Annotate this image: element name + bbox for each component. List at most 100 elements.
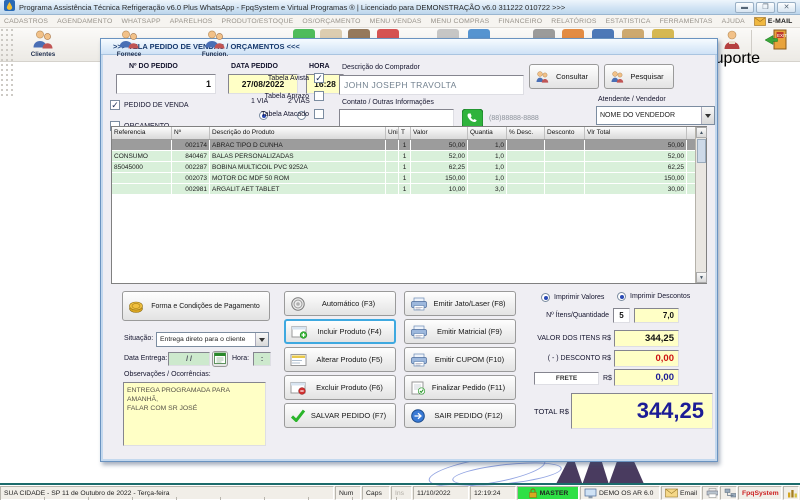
cell-valor: 62,25 — [411, 162, 468, 172]
products-table: Referencia Nº Descrição do Produto Uni T Valo… — [111, 126, 707, 284]
pedido-venda-checkbox[interactable]: ✓ — [110, 100, 120, 110]
status-segment — [720, 486, 737, 500]
table-row[interactable]: 002981 ARGALIT AET TABLET 1 10,00 3,0 30,00 — [112, 184, 706, 195]
finalizar-pedido-f11-button[interactable]: Finalizar Pedido (F11) — [404, 375, 516, 400]
menu-item-produto-estoque[interactable]: PRODUTO/ESTOQUE — [222, 18, 294, 25]
minimize-button[interactable]: ▬ — [735, 1, 754, 13]
vendedor-dropdown[interactable]: NOME DO VENDEDOR — [596, 106, 715, 125]
toolbar-button-suporte[interactable]: Suporte — [704, 29, 760, 68]
emitir-matricial-f9-button[interactable]: Emitir Matricial (F9) — [404, 319, 516, 344]
tabela-aprazo-label: Tabela Aprazo — [264, 93, 309, 100]
incluir-produto-f4-button[interactable]: Incluir Produto (F4) — [284, 319, 396, 344]
menu-item-financeiro[interactable]: FINANCEIRO — [498, 18, 542, 25]
data-entrega-field[interactable]: / / — [168, 352, 210, 366]
status-text: SUA CIDADE - SP 11 de Outubro de 2022 - … — [4, 489, 170, 497]
table-row[interactable]: 002073 MOTOR DC MDF 50 ROM 1 150,00 1,0 150,0… — [112, 173, 706, 184]
scrollbar-thumb[interactable] — [696, 139, 706, 163]
situacao-dropdown[interactable]: Entrega direto para o cliente — [156, 332, 269, 347]
tabela-atacado-checkbox[interactable] — [314, 109, 324, 119]
pesquisar-button[interactable]: Pesquisar — [604, 64, 674, 89]
order-time-label: HORA — [309, 63, 330, 70]
menu-item-agendamento[interactable]: AGENDAMENTO — [57, 18, 112, 25]
cell-vlr_total: 52,00 — [585, 151, 687, 161]
menu-item-ajuda[interactable]: AJUDA — [722, 18, 745, 25]
restore-button[interactable]: ❐ — [756, 1, 775, 13]
imprimir-descontos-radio[interactable] — [617, 292, 626, 301]
buyer-field[interactable]: JOHN JOSEPH TRAVOLTA — [339, 75, 524, 95]
edit-product-icon — [290, 353, 308, 367]
table-row[interactable]: 002174 ABRAC TIPO D CUNHA 1 50,00 1,0 50,00 — [112, 140, 706, 151]
menu-item-estatistica[interactable]: ESTATISTICA — [606, 18, 651, 25]
svg-text:EXIT: EXIT — [777, 33, 787, 38]
column-header-t[interactable]: T — [399, 127, 411, 139]
save-check-icon — [290, 409, 306, 422]
order-number-field[interactable]: 1 — [116, 74, 216, 94]
sair-pedido-f12-button[interactable]: SAIR PEDIDO (F12) — [404, 403, 516, 428]
itens-label: Nº Ítens/Quantidade — [546, 312, 609, 319]
column-header-referencia[interactable]: Referencia — [112, 127, 172, 139]
status-text: Num — [339, 489, 354, 497]
cell-descricao: BOBINA MULTICOIL PVC 9252A — [210, 162, 386, 172]
excluir-produto-f6-button[interactable]: Excluir Produto (F6) — [284, 375, 396, 400]
table-row[interactable]: CONSUMO 840467 BALAS PERSONALIZADAS 1 52,00 1… — [112, 151, 706, 162]
imprimir-valores-radio[interactable] — [541, 293, 550, 302]
toolbar-button-funcion[interactable]: Funcion. — [172, 29, 258, 58]
menu-item-menu-compras[interactable]: MENU COMPRAS — [431, 18, 490, 25]
column-header-numero[interactable]: Nº — [172, 127, 210, 139]
scroll-up-icon[interactable]: ▲ — [696, 127, 707, 138]
column-header-quantia[interactable]: Quantia — [468, 127, 507, 139]
frete-button[interactable]: FRETE — [534, 372, 599, 385]
menu-item-os-or-amento[interactable]: OS/ORÇAMENTO — [302, 18, 360, 25]
menu-item-menu-vendas[interactable]: MENU VENDAS — [370, 18, 422, 25]
column-header-descricao[interactable]: Descrição do Produto — [210, 127, 386, 139]
calendar-button[interactable] — [212, 351, 228, 367]
app-icon — [4, 0, 15, 16]
tabela-aprazo-checkbox[interactable] — [314, 91, 324, 101]
column-header-uni[interactable]: Uni — [386, 127, 399, 139]
emitir-cupom-f10-button[interactable]: Emitir CUPOM (F10) — [404, 347, 516, 372]
tabela-avista-label: Tabela Avista — [267, 75, 309, 82]
frete-field[interactable]: 0,00 — [614, 369, 679, 386]
menu-item-email[interactable]: E-MAIL — [754, 16, 793, 26]
column-header-vlr_total[interactable]: Vlr Total — [585, 127, 687, 139]
salvar-pedido-f7-button[interactable]: SALVAR PEDIDO (F7) — [284, 403, 396, 428]
cell-valor: 52,00 — [411, 151, 468, 161]
toolbar-button-exit[interactable]: EXIT — [756, 29, 796, 50]
cell-numero: 002981 — [172, 184, 210, 194]
menu-item-relat-rios[interactable]: RELATÓRIOS — [551, 18, 596, 25]
observacoes-textarea[interactable]: ENTREGA PROGRAMADA PARA AMANHÃ, FALAR CO… — [123, 382, 266, 446]
itens-qty-field: 7,0 — [634, 308, 679, 323]
close-button[interactable]: ✕ — [777, 1, 796, 13]
column-header-valor[interactable]: Valor — [411, 127, 468, 139]
consultar-button[interactable]: Consultar — [529, 64, 599, 89]
alterar-produto-f5-button[interactable]: Alterar Produto (F5) — [284, 347, 396, 372]
emitir-jato-laser-f8-button[interactable]: Emitir Jato/Laser (F8) — [404, 291, 516, 316]
menu-item-cadastros[interactable]: CADASTROS — [4, 18, 48, 25]
column-header-perc_desc[interactable]: % Desc. — [507, 127, 545, 139]
column-header-desconto[interactable]: Desconto — [545, 127, 585, 139]
menu-item-ferramentas[interactable]: FERRAMENTAS — [660, 18, 713, 25]
buyer-label: Descrição do Comprador — [342, 64, 420, 71]
toolbar-label: Fornece — [116, 51, 142, 58]
menu-item-whatsapp[interactable]: WHATSAPP — [121, 18, 160, 25]
cell-referencia: 85045000 — [112, 162, 172, 172]
observacoes-label: Observações / Ocorrências: — [124, 371, 211, 378]
cell-numero: 002174 — [172, 140, 210, 150]
autom-tico-f3-button[interactable]: Automático (F3) — [284, 291, 396, 316]
desconto-field[interactable]: 0,00 — [614, 350, 679, 367]
cell-referencia: CONSUMO — [112, 151, 172, 161]
toolbar-button-clientes[interactable]: Clientes — [0, 29, 86, 58]
cell-descricao: MOTOR DC MDF 50 ROM — [210, 173, 386, 183]
payment-button[interactable]: Forma e Condições de Pagamento — [122, 291, 270, 321]
menu-item-aparelhos[interactable]: APARELHOS — [170, 18, 213, 25]
table-scrollbar[interactable]: ▲ ▼ — [695, 127, 707, 283]
status-segment — [783, 486, 799, 500]
scroll-down-icon[interactable]: ▼ — [696, 272, 707, 283]
status-text: MASTER — [539, 489, 569, 497]
cell-numero: 840467 — [172, 151, 210, 161]
tabela-avista-checkbox[interactable]: ✓ — [314, 73, 324, 83]
toolbar-button-fornece[interactable]: Fornece — [86, 29, 172, 58]
hora-entrega-field[interactable]: : — [253, 352, 271, 366]
table-row[interactable]: 85045000 002287 BOBINA MULTICOIL PVC 9252A… — [112, 162, 706, 173]
status-segment-12-19-24: 12:19:24 — [470, 486, 516, 500]
